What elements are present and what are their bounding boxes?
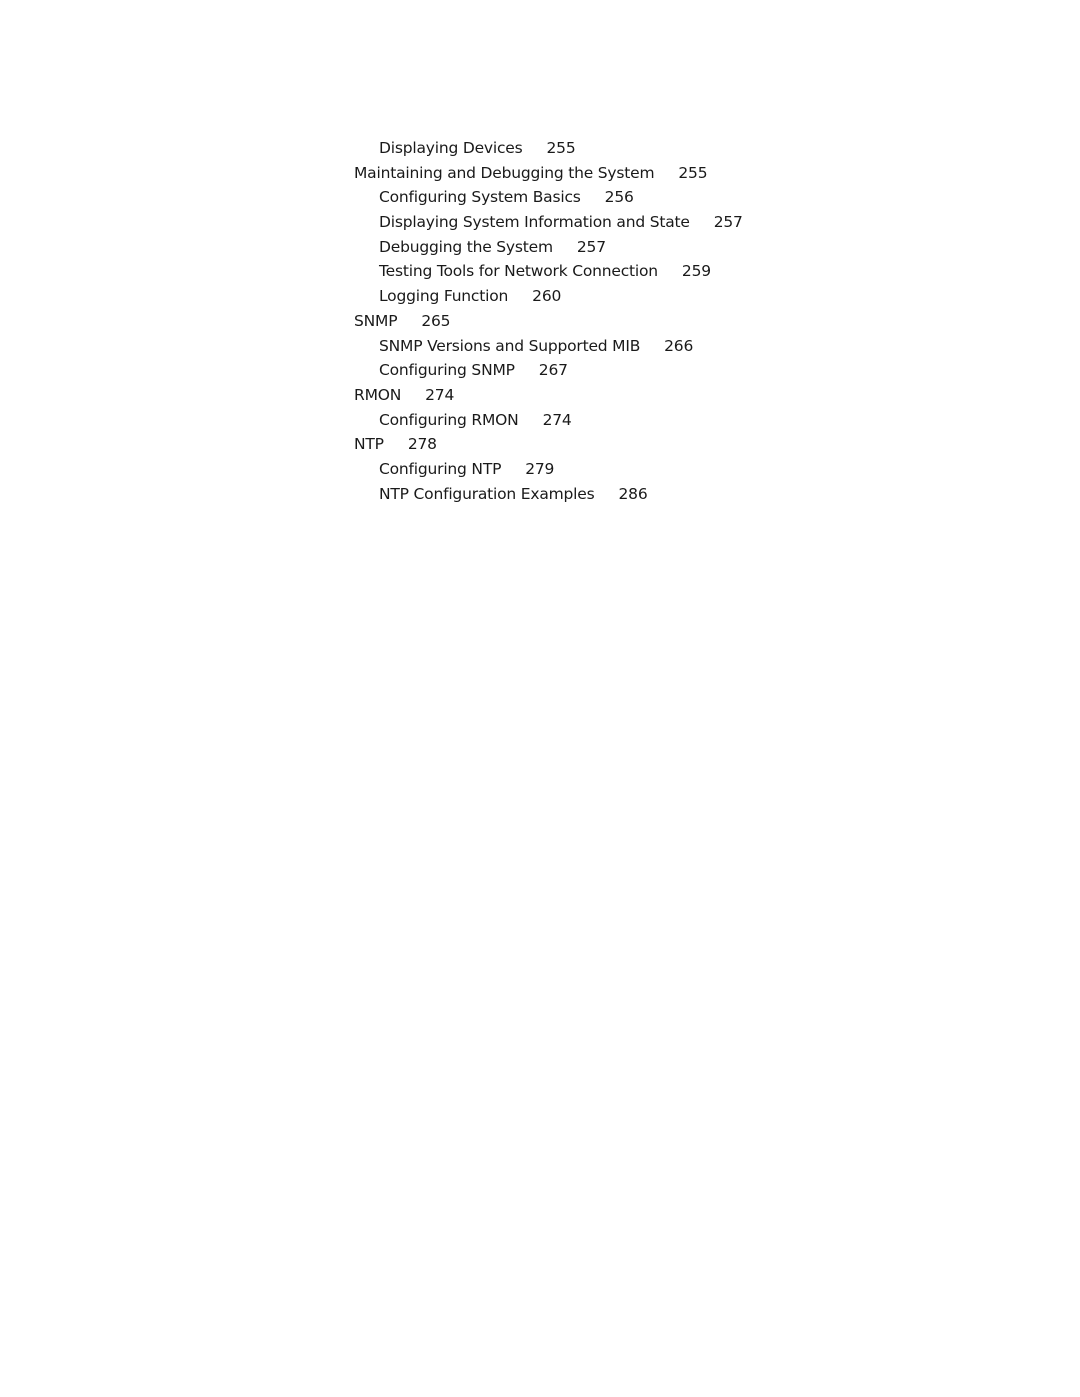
toc-entry-page: 267 [538,361,568,380]
toc-entry[interactable]: RMON 274 [354,383,743,408]
toc-entry-page: 286 [618,484,648,503]
toc-entry-page: 266 [664,336,694,355]
toc-entry-title: Configuring NTP [379,459,502,478]
toc-entry[interactable]: Configuring NTP 279 [354,457,743,482]
toc-entry-page: 255 [546,139,576,157]
toc-entry-page: 257 [713,213,743,232]
toc-entry[interactable]: NTP 278 [354,432,743,457]
toc-entry-title: Logging Function [379,287,509,306]
toc-entry-page: 255 [678,163,708,182]
toc-entry[interactable]: Maintaining and Debugging the System 255 [354,161,743,186]
toc-entry-title: Testing Tools for Network Connection [379,262,658,281]
toc-entry-title: Debugging the System [379,237,553,256]
table-of-contents: Displaying Devices 255 Maintaining and De… [354,136,743,506]
toc-entry[interactable]: Displaying System Information and State 2… [354,210,743,235]
toc-entry-page: 259 [681,262,711,281]
toc-entry[interactable]: SNMP Versions and Supported MIB 266 [354,334,743,359]
toc-entry[interactable]: Configuring SNMP 267 [354,358,743,383]
toc-entry-page: 265 [421,311,451,330]
toc-entry-title: Maintaining and Debugging the System [354,163,655,182]
toc-entry-title: SNMP Versions and Supported MIB [379,336,641,355]
toc-entry-title: Displaying Devices [379,139,523,157]
toc-entry-title: NTP [354,435,384,454]
toc-entry-page: 274 [425,385,455,404]
toc-entry[interactable]: Displaying Devices 255 [354,136,743,161]
toc-entry[interactable]: Logging Function 260 [354,284,743,309]
toc-entry-title: NTP Configuration Examples [379,484,595,503]
toc-entry-title: SNMP [354,311,398,330]
toc-entry-page: 278 [407,435,437,454]
toc-entry-page: 260 [532,287,562,306]
toc-entry[interactable]: SNMP 265 [354,309,743,334]
toc-entry-title: Displaying System Information and State [379,213,690,232]
toc-entry-title: Configuring System Basics [379,188,581,207]
toc-entry-page: 256 [604,188,634,207]
toc-entry[interactable]: Configuring RMON 274 [354,408,743,433]
toc-entry-title: Configuring RMON [379,410,519,429]
toc-entry[interactable]: Configuring System Basics 256 [354,185,743,210]
toc-entry-page: 257 [576,237,606,256]
toc-entry-title: Configuring SNMP [379,361,515,380]
toc-entry[interactable]: Debugging the System 257 [354,235,743,260]
toc-entry-page: 274 [542,410,572,429]
toc-entry-title: RMON [354,385,402,404]
toc-entry-page: 279 [525,459,555,478]
toc-entry[interactable]: NTP Configuration Examples 286 [354,482,743,507]
toc-entry[interactable]: Testing Tools for Network Connection 259 [354,259,743,284]
